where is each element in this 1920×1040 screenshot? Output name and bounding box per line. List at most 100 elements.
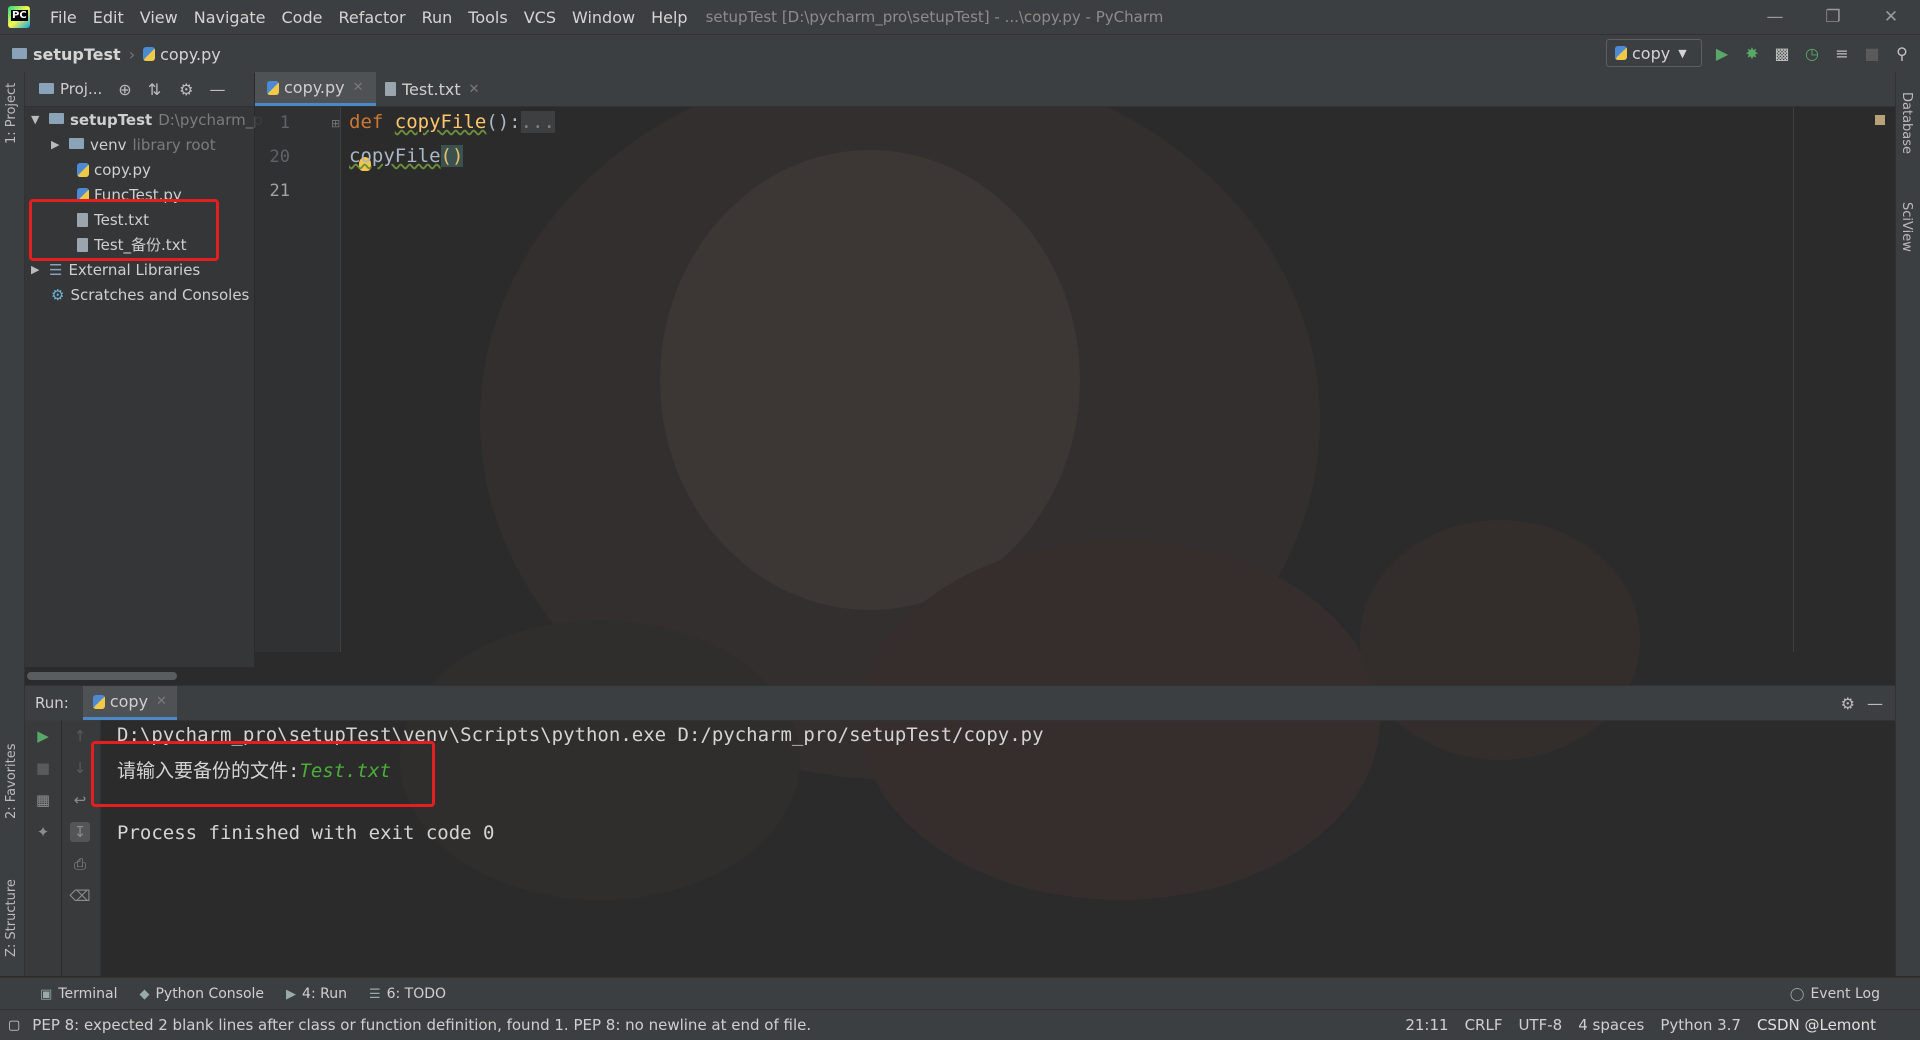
tree-item-setuptest[interactable]: ▼ setupTest D:\pycharm_p <box>31 107 263 132</box>
arrow-up-icon[interactable]: ↑ <box>70 726 90 746</box>
tree-item-venv[interactable]: ▶ venv library root <box>51 132 216 157</box>
indent-setting[interactable]: 4 spaces <box>1578 1016 1644 1034</box>
function-call: copyFile <box>349 145 441 167</box>
menu-refactor[interactable]: Refactor <box>330 8 413 27</box>
gear-icon[interactable]: ⚙ <box>179 80 193 99</box>
project-panel-header: Proj... ⊕ ⇅ ⚙ — <box>25 72 254 107</box>
tab-run[interactable]: ▶ 4: Run <box>286 986 347 1002</box>
hide-icon[interactable]: — <box>1867 694 1883 713</box>
scroll-to-end-icon[interactable]: ↧ <box>70 822 90 842</box>
folder-icon <box>49 113 64 124</box>
tab-terminal[interactable]: ▣ Terminal <box>40 986 117 1002</box>
run-tab-copy[interactable]: copy ✕ <box>82 686 177 720</box>
left-tool-stripe: 1: Project 2: Favorites Z: Structure <box>0 72 25 976</box>
close-icon[interactable]: ✕ <box>156 694 167 709</box>
tree-item-external-libraries[interactable]: ▶ ☰ External Libraries <box>31 257 200 282</box>
expand-right-icon[interactable]: ▶ <box>31 263 45 276</box>
close-icon[interactable]: ✕ <box>1862 0 1920 34</box>
project-tool-tab[interactable]: 1: Project <box>4 83 19 144</box>
text-file-icon <box>77 237 88 252</box>
tab-label: 6: TODO <box>386 986 447 1002</box>
collapse-all-icon[interactable]: ⇅ <box>148 80 161 99</box>
code-editor[interactable]: def copyFile():... copyFile() <box>341 107 1895 652</box>
locate-icon[interactable]: ⊕ <box>118 80 131 99</box>
expand-down-icon[interactable]: ▼ <box>31 113 45 126</box>
database-tool-tab[interactable]: Database <box>1899 92 1914 154</box>
interpreter-setting[interactable]: Python 3.7 <box>1660 1016 1741 1034</box>
hide-icon[interactable]: — <box>209 80 225 99</box>
python-file-icon <box>143 47 156 61</box>
tree-item-scratches[interactable]: ⚙ Scratches and Consoles <box>51 282 249 307</box>
horizontal-scrollbar[interactable] <box>27 672 177 680</box>
debug-icon[interactable]: ✸ <box>1740 41 1764 65</box>
status-message[interactable]: PEP 8: expected 2 blank lines after clas… <box>32 1016 811 1034</box>
menu-edit[interactable]: Edit <box>85 8 132 27</box>
menu-window[interactable]: Window <box>564 8 643 27</box>
line-separator[interactable]: CRLF <box>1465 1016 1503 1034</box>
menu-help[interactable]: Help <box>643 8 695 27</box>
fold-icon[interactable]: ⊞ <box>331 117 340 130</box>
inspection-warning-icon[interactable] <box>1875 115 1885 125</box>
project-view-selector[interactable]: Proj... <box>60 80 102 98</box>
gear-icon[interactable]: ⚙ <box>1841 694 1855 713</box>
folded-region[interactable]: ... <box>520 111 555 133</box>
print-icon[interactable]: ⎙ <box>70 854 90 874</box>
tree-item-copy-py[interactable]: copy.py <box>77 157 151 182</box>
tree-item-test-txt[interactable]: Test.txt <box>77 207 149 232</box>
tab-label: Terminal <box>58 986 118 1002</box>
structure-tool-tab[interactable]: Z: Structure <box>4 879 19 957</box>
menu-run[interactable]: Run <box>414 8 461 27</box>
menu-vcs[interactable]: VCS <box>516 8 564 27</box>
tab-copy-py[interactable]: copy.py ✕ <box>255 72 376 106</box>
stop-icon[interactable]: ■ <box>33 758 53 778</box>
close-icon[interactable]: ✕ <box>353 80 364 95</box>
menu-tools[interactable]: Tools <box>460 8 515 27</box>
favorites-tool-tab[interactable]: 2: Favorites <box>4 743 19 819</box>
layout-icon[interactable]: ▦ <box>33 790 53 810</box>
tab-test-txt[interactable]: Test.txt ✕ <box>373 72 492 106</box>
chevron-right-icon: › <box>128 44 136 64</box>
search-icon[interactable]: ⚲ <box>1890 41 1914 65</box>
expand-right-icon[interactable]: ▶ <box>51 138 65 151</box>
arrow-down-icon[interactable]: ↓ <box>70 758 90 778</box>
pin-icon[interactable]: ✦ <box>33 822 53 842</box>
menu-file[interactable]: File <box>42 8 85 27</box>
close-icon[interactable]: ✕ <box>469 82 480 97</box>
minimize-icon[interactable]: — <box>1746 0 1804 34</box>
concurrency-icon[interactable]: ≡ <box>1830 41 1854 65</box>
caret-position[interactable]: 21:11 <box>1405 1016 1448 1034</box>
run-console[interactable]: D:\pycharm_pro\setupTest\venv\Scripts\py… <box>91 720 1895 976</box>
tool-window-bar: ▣ Terminal ◆ Python Console ▶ 4: Run ☰ 6… <box>0 977 1920 1010</box>
status-toggle-icon[interactable]: ▢ <box>8 1018 20 1033</box>
project-tree: ▼ setupTest D:\pycharm_p ▶ venv library … <box>25 107 263 680</box>
status-bar: ▢ PEP 8: expected 2 blank lines after cl… <box>0 1009 1920 1040</box>
menu-navigate[interactable]: Navigate <box>186 8 274 27</box>
trash-icon[interactable]: ⌫ <box>69 886 90 906</box>
text-file-icon <box>77 212 88 227</box>
call-parens: () <box>440 145 464 167</box>
breadcrumb-file[interactable]: copy.py <box>160 45 221 64</box>
coverage-icon[interactable]: ▩ <box>1770 41 1794 65</box>
tree-item-test-backup-txt[interactable]: Test_备份.txt <box>77 232 186 257</box>
sciview-tool-tab[interactable]: SciView <box>1899 202 1914 252</box>
restore-icon[interactable]: ❐ <box>1804 0 1862 34</box>
profile-icon[interactable]: ◷ <box>1800 41 1824 65</box>
file-encoding[interactable]: UTF-8 <box>1518 1016 1562 1034</box>
stop-icon[interactable]: ■ <box>1860 41 1884 65</box>
run-toolbar-primary: ▶ ■ ▦ ✦ <box>25 720 61 976</box>
soft-wrap-icon[interactable]: ↩ <box>70 790 90 810</box>
breadcrumb-project[interactable]: setupTest <box>33 45 121 64</box>
tab-todo[interactable]: ☰ 6: TODO <box>369 986 446 1002</box>
tab-python-console[interactable]: ◆ Python Console <box>139 986 264 1002</box>
right-tool-stripe: Database SciView <box>1895 72 1920 976</box>
run-icon[interactable]: ▶ <box>1710 41 1734 65</box>
menu-code[interactable]: Code <box>274 8 331 27</box>
line-number: 21 <box>269 181 290 201</box>
rerun-icon[interactable]: ▶ <box>33 726 53 746</box>
event-log-button[interactable]: ◯ Event Log <box>1790 986 1880 1002</box>
scratches-icon: ⚙ <box>51 285 65 304</box>
run-configuration-select[interactable]: copy ▼ <box>1606 39 1702 67</box>
tree-item-functest-py[interactable]: FuncTest.py <box>77 182 182 207</box>
navigation-bar: setupTest › copy.py copy ▼ ▶ ✸ ▩ ◷ ≡ ■ ⚲ <box>0 34 1920 74</box>
menu-view[interactable]: View <box>132 8 186 27</box>
